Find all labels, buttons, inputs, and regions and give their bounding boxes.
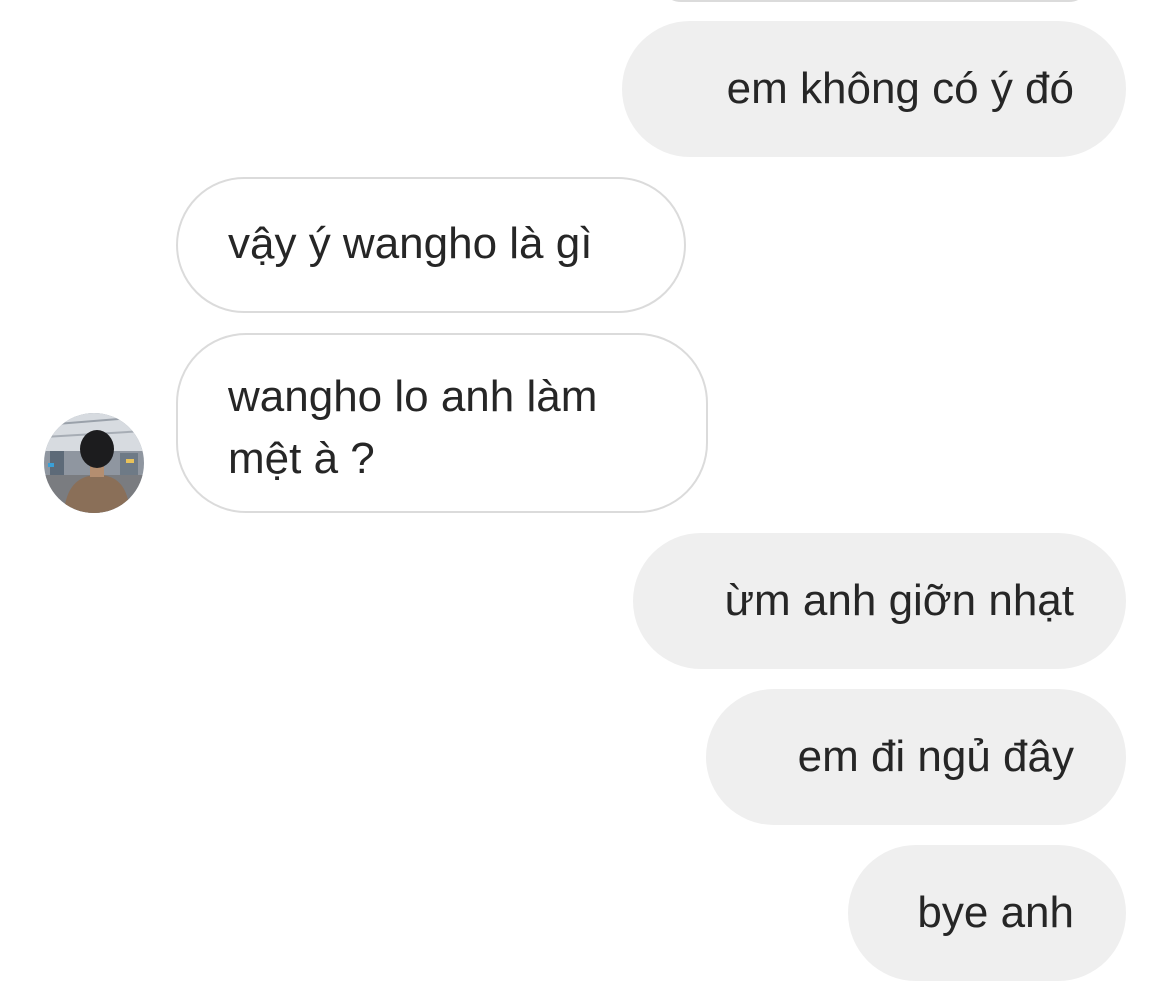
message-text: vậy ý wangho là gì: [228, 219, 593, 268]
message-bubble-sent[interactable]: bye anh: [848, 845, 1126, 981]
previous-message-bubble[interactable]: [660, 0, 1090, 2]
message-bubble-received[interactable]: wangho lo anh làm mệt à ?: [176, 333, 708, 513]
message-bubble-sent[interactable]: em đi ngủ đây: [706, 689, 1126, 825]
message-text: bye anh: [917, 888, 1074, 937]
message-text-line-1: wangho lo anh làm: [228, 372, 598, 421]
contact-avatar[interactable]: [44, 413, 144, 513]
message-text: ừm anh giỡn nhạt: [724, 576, 1074, 625]
message-text-line-2: mệt à ?: [228, 434, 375, 483]
message-bubble-sent[interactable]: em không có ý đó: [622, 21, 1126, 157]
message-text: em đi ngủ đây: [797, 732, 1074, 781]
profile-photo-icon: [44, 413, 144, 513]
message-bubble-received[interactable]: vậy ý wangho là gì: [176, 177, 686, 313]
message-bubble-sent[interactable]: ừm anh giỡn nhạt: [633, 533, 1126, 669]
message-text: em không có ý đó: [726, 64, 1074, 113]
